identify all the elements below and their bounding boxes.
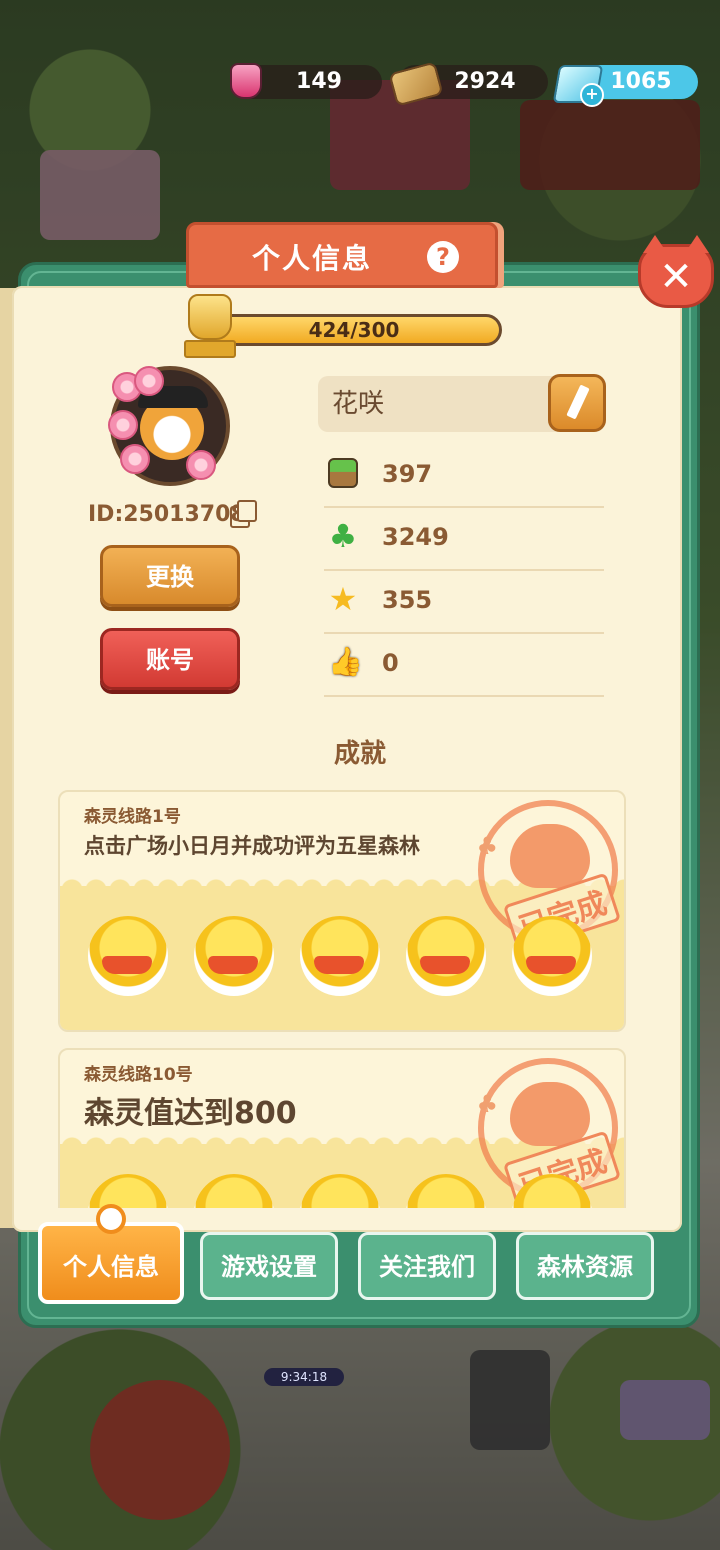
- achievement-card[interactable]: 森灵线路1号 点击广场小日月并成功评为五星森林 ♣ 已完成: [58, 790, 626, 1032]
- close-button[interactable]: ✕: [638, 235, 714, 308]
- stat-row-clover: ♣ 3249: [324, 507, 604, 571]
- thumbs-up-icon: 👍: [328, 645, 363, 678]
- achievement-route: 森灵线路1号: [84, 807, 181, 827]
- achievement-description: 森灵值达到800: [84, 1096, 297, 1131]
- edit-name-button[interactable]: [548, 374, 606, 432]
- panel-title: 个人信息: [251, 242, 372, 275]
- stat-row-grass: 397: [324, 444, 604, 508]
- flower-decoration-icon: [120, 444, 150, 474]
- panel-title-tab: 个人信息 ?: [186, 222, 498, 288]
- stat-row-likes: 👍 0: [324, 633, 604, 697]
- player-name: 花咲: [332, 389, 385, 419]
- gem-counter[interactable]: + 1065: [552, 65, 698, 107]
- change-avatar-button[interactable]: 更换: [100, 545, 240, 607]
- tab-profile[interactable]: 个人信息: [38, 1222, 184, 1304]
- copy-icon[interactable]: [230, 500, 257, 528]
- stat-value: 3249: [382, 523, 449, 551]
- chick-reward-icon: [512, 916, 592, 996]
- flower-decoration-icon: [186, 450, 216, 480]
- tab-forest-resources[interactable]: 森林资源: [516, 1232, 654, 1300]
- potion-counter[interactable]: 149: [230, 63, 382, 99]
- stat-value: 397: [382, 460, 433, 488]
- stat-row-star: ★ 355: [324, 570, 604, 634]
- chick-reward-icon: [300, 916, 380, 996]
- achievements-scroll-area[interactable]: 森灵线路1号 点击广场小日月并成功评为五星森林 ♣ 已完成 森灵线路10号 森灵…: [20, 780, 700, 1208]
- tab-follow-us[interactable]: 关注我们: [358, 1232, 496, 1300]
- tab-pin-icon: [96, 1204, 126, 1234]
- wood-icon: [388, 61, 444, 107]
- flower-decoration-icon: [108, 410, 138, 440]
- help-icon[interactable]: ?: [427, 241, 459, 273]
- xp-progress-text: 424/300: [308, 318, 400, 342]
- chick-reward-icon: [194, 916, 274, 996]
- stat-value: 355: [382, 586, 433, 614]
- trophy-icon: [180, 294, 236, 358]
- building-timer: 9:34:18: [264, 1368, 344, 1386]
- achievement-description: 点击广场小日月并成功评为五星森林: [84, 834, 420, 858]
- potion-icon: [230, 63, 262, 99]
- close-icon: ✕: [659, 254, 693, 300]
- clover-decoration-icon: ♣: [476, 1090, 498, 1118]
- chick-reward-icon: [406, 916, 486, 996]
- achievements-title: 成就: [333, 739, 386, 769]
- tab-settings[interactable]: 游戏设置: [200, 1232, 338, 1300]
- achievement-card[interactable]: 森灵线路10号 森灵值达到800 ♣ 已完成: [58, 1048, 626, 1208]
- add-gems-plus-icon[interactable]: +: [580, 83, 604, 107]
- clover-decoration-icon: ♣: [476, 832, 498, 860]
- user-id: ID:25013708: [88, 502, 246, 527]
- chick-reward-icon: [88, 916, 168, 996]
- star-icon: ★: [328, 580, 358, 618]
- xp-progress-bar: 424/300: [206, 314, 502, 346]
- account-button[interactable]: 账号: [100, 628, 240, 690]
- grass-block-icon: [328, 458, 358, 488]
- achievement-route: 森灵线路10号: [84, 1065, 193, 1085]
- clover-icon: ♣: [328, 517, 358, 555]
- resource-bar: 149 2924 + 1065: [0, 56, 720, 108]
- pencil-icon: [566, 384, 590, 420]
- wood-counter[interactable]: 2924: [388, 61, 548, 107]
- stat-value: 0: [382, 649, 399, 677]
- flower-decoration-icon: [134, 366, 164, 396]
